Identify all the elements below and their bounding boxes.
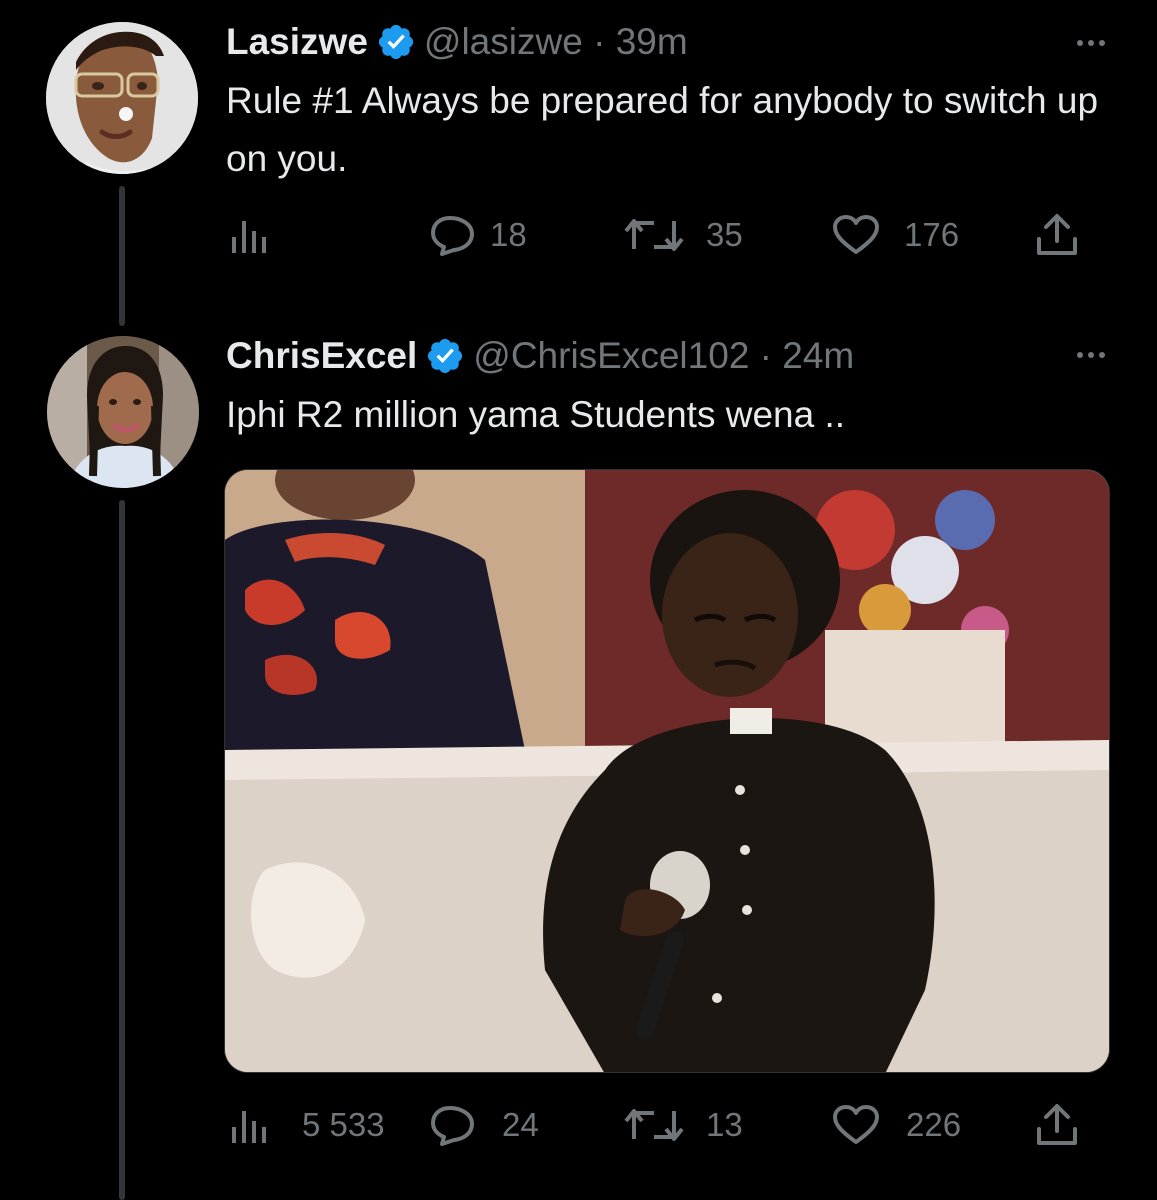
tweet-text: Rule #1 Always be prepared for anybody t… [226,80,1099,179]
meta-separator: · [749,335,783,376]
view-count: 5 533 [302,1106,385,1143]
tweet-actions: 5 533 24 13 226 [0,1100,1157,1150]
verified-badge-icon [378,24,413,60]
like-count: 226 [906,1106,962,1143]
boy-with-microphone-photo [225,470,1109,1072]
display-name[interactable]: Lasizwe [226,21,368,63]
retweet-icon [624,1109,684,1141]
tweet-header: ChrisExcel @ChrisExcel102 · 24m [226,334,854,378]
verified-badge-icon [428,338,463,374]
display-name[interactable]: ChrisExcel [226,335,417,377]
thread-connector [119,500,125,1200]
retweet-count: 13 [706,1106,743,1143]
tweet-text: Iphi R2 million yama Students wena .. [226,394,846,435]
views-chart-icon [232,1111,266,1143]
retweet-button[interactable]: 35 [624,210,743,260]
views-button[interactable] [228,210,272,260]
timestamp[interactable]: 39m [616,21,688,63]
handle[interactable]: @lasizwe [424,21,583,63]
views-chart-icon [232,221,266,253]
views-button[interactable]: 5 533 [228,1100,385,1150]
avatar[interactable] [46,22,198,174]
heart-icon [833,215,879,254]
tweet-media-image[interactable] [224,469,1110,1073]
share-icon [1037,214,1077,255]
timestamp[interactable]: 24m [782,335,854,377]
share-icon [1037,1104,1077,1145]
retweet-count: 35 [706,216,743,253]
like-button[interactable]: 176 [832,210,959,260]
retweet-icon [624,219,684,251]
reply-icon [431,216,474,256]
meta-separator: · [582,21,616,62]
reply-button[interactable]: 24 [430,1100,539,1150]
reply-count: 18 [490,216,527,253]
heart-icon [833,1105,879,1144]
tweet-header: Lasizwe @lasizwe · 39m [226,20,688,64]
more-options-icon[interactable] [1077,40,1105,46]
like-button[interactable]: 226 [832,1100,961,1150]
avatar[interactable] [47,336,199,488]
reply-button[interactable]: 18 [430,210,527,260]
handle[interactable]: @ChrisExcel102 [473,335,749,377]
reply-count: 24 [502,1106,539,1143]
like-count: 176 [904,216,960,253]
reply-icon [431,1106,474,1146]
tweet-actions: 18 35 176 [0,210,1157,260]
more-options-icon[interactable] [1077,352,1105,358]
share-button[interactable] [1034,210,1080,260]
share-button[interactable] [1034,1100,1080,1150]
retweet-button[interactable]: 13 [624,1100,743,1150]
